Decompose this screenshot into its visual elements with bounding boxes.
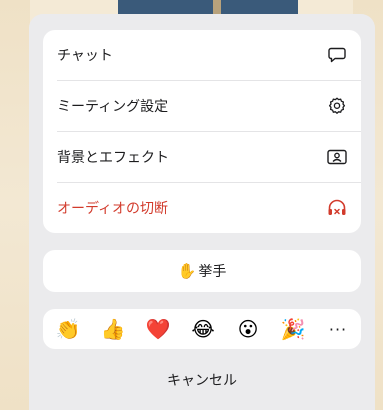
- open-mouth-icon[interactable]: 😮: [233, 314, 263, 344]
- thumbs-up-icon[interactable]: 👍: [98, 314, 128, 344]
- raise-hand-button[interactable]: ✋ 挙手: [43, 250, 361, 292]
- raised-hand-icon: ✋: [177, 262, 197, 280]
- more-icon[interactable]: ···: [323, 314, 353, 344]
- gear-icon: [327, 96, 347, 116]
- reactions-bar: 👏 👍 ❤️ 😂 😮 🎉 ···: [43, 309, 361, 349]
- tears-of-joy-icon[interactable]: 😂: [188, 314, 218, 344]
- menu-item-label: チャット: [57, 48, 113, 64]
- menu-item-label: オーディオの切断: [57, 201, 169, 217]
- raise-hand-label: 挙手: [198, 264, 227, 280]
- action-sheet: チャット ミーティング設定 背景とエフェクト オーディオの切断 ✋ 挙手 👏 👍…: [29, 14, 375, 410]
- menu-item-disconnect-audio[interactable]: オーディオの切断: [43, 183, 361, 233]
- menu-card: チャット ミーティング設定 背景とエフェクト オーディオの切断: [43, 30, 361, 233]
- menu-item-label: ミーティング設定: [57, 99, 169, 115]
- menu-item-label: 背景とエフェクト: [57, 150, 169, 166]
- chat-bubble-icon: [327, 45, 347, 65]
- red-heart-icon[interactable]: ❤️: [143, 314, 173, 344]
- headphones-disconnect-icon: [327, 198, 347, 218]
- party-popper-icon[interactable]: 🎉: [278, 314, 308, 344]
- background-left: [0, 0, 30, 410]
- menu-item-background-effects[interactable]: 背景とエフェクト: [43, 132, 361, 182]
- cancel-button[interactable]: キャンセル: [29, 362, 375, 398]
- clapping-hands-icon[interactable]: 👏: [53, 314, 83, 344]
- menu-item-meeting-settings[interactable]: ミーティング設定: [43, 81, 361, 131]
- menu-item-chat[interactable]: チャット: [43, 30, 361, 80]
- background-portrait-icon: [327, 147, 347, 167]
